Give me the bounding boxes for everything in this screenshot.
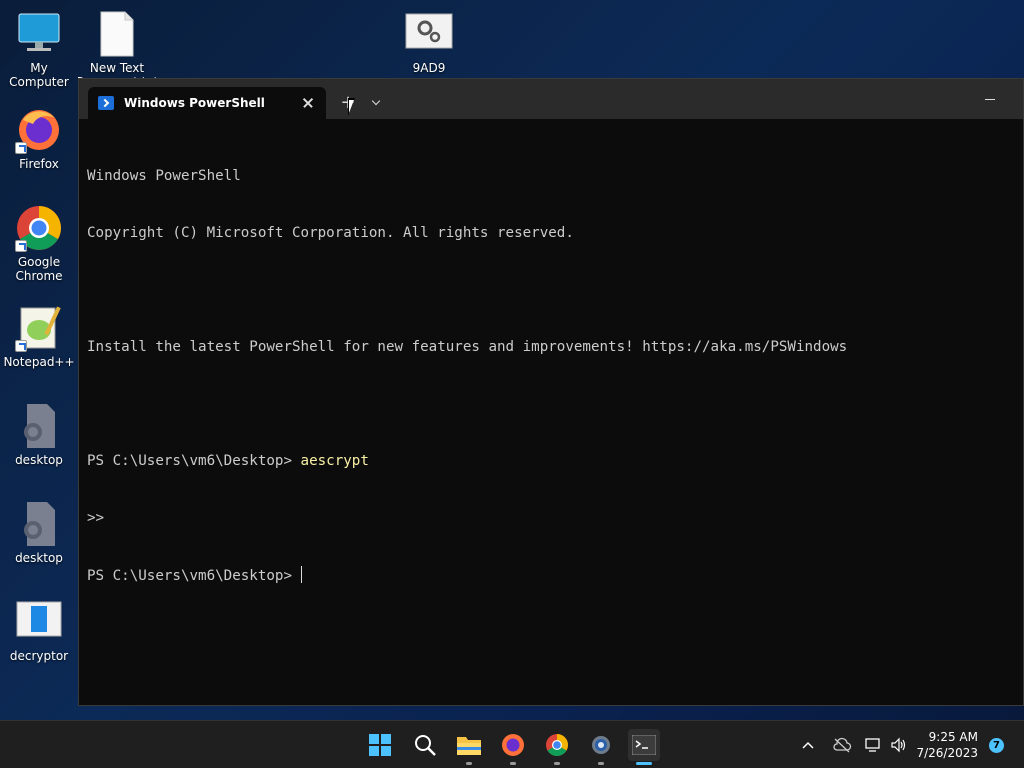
clock-time: 9:25 AM	[928, 730, 978, 744]
console-prompt-line: PS C:\Users\vm6\Desktop> aescrypt	[87, 452, 1015, 471]
tab-title: Windows PowerShell	[124, 96, 265, 110]
taskbar-firefox[interactable]	[497, 729, 529, 765]
console-output[interactable]: Windows PowerShell Copyright (C) Microso…	[79, 119, 1023, 633]
shortcut-arrow-icon	[15, 240, 27, 252]
settings-file-icon	[15, 402, 63, 450]
desktop-icon-label: 9AD9	[412, 61, 446, 75]
desktop-icon-google-chrome[interactable]: Google Chrome	[0, 204, 78, 283]
desktop-icon-label: Notepad++	[3, 355, 75, 369]
desktop-icon-label: desktop	[15, 453, 63, 467]
taskbar: 9:25 AM 7/26/2023 7	[0, 720, 1024, 768]
desktop-icon-9ad9[interactable]: 9AD9	[390, 10, 468, 75]
desktop-icon-label: desktop	[15, 551, 63, 565]
console-line: Install the latest PowerShell for new fe…	[87, 339, 848, 355]
taskbar-file-explorer[interactable]	[453, 729, 485, 765]
terminal-titlebar[interactable]: Windows PowerShell +	[79, 79, 1023, 119]
desktop-icon-firefox[interactable]: Firefox	[0, 106, 78, 171]
tab-dropdown-button[interactable]	[369, 95, 385, 111]
running-indicator	[598, 762, 604, 765]
terminal-icon	[632, 735, 656, 755]
notification-badge[interactable]: 7	[989, 738, 1004, 753]
tab-windows-powershell[interactable]: Windows PowerShell	[88, 87, 326, 119]
chrome-icon	[546, 734, 568, 756]
console-line: >>	[87, 510, 105, 526]
shortcut-arrow-icon	[15, 340, 27, 352]
taskbar-settings[interactable]	[585, 729, 617, 765]
command-text: aescrypt	[300, 453, 369, 469]
desktop-icon-decryptor[interactable]: decryptor	[0, 598, 78, 663]
desktop-icon-desktop-1[interactable]: desktop	[0, 402, 78, 467]
network-icon[interactable]	[864, 737, 882, 753]
taskbar-clock[interactable]: 9:25 AM 7/26/2023	[916, 729, 978, 761]
minimize-button[interactable]	[979, 93, 1001, 107]
prompt-text: PS C:\Users\vm6\Desktop>	[87, 453, 301, 469]
desktop-icon-new-text-document[interactable]: New Text Document.txt	[78, 10, 156, 78]
taskbar-chrome[interactable]	[541, 729, 573, 765]
search-icon	[415, 735, 436, 756]
chevron-up-icon[interactable]	[800, 737, 816, 753]
desktop-icon-label: New Text Document.txt	[78, 61, 156, 78]
desktop-icon-label: Firefox	[19, 157, 59, 171]
settings-icon	[592, 736, 610, 754]
system-tray	[800, 721, 908, 768]
running-indicator	[466, 762, 472, 765]
start-button[interactable]	[364, 729, 396, 761]
chrome-icon	[15, 204, 63, 252]
settings-file-icon	[405, 10, 453, 58]
active-indicator	[636, 762, 652, 765]
cloud-offline-icon[interactable]	[832, 737, 852, 753]
text-cursor	[300, 566, 302, 583]
app-window-icon	[15, 598, 63, 646]
close-tab-button[interactable]	[300, 95, 316, 111]
prompt-text: PS C:\Users\vm6\Desktop>	[87, 568, 301, 584]
monitor-icon	[15, 10, 63, 58]
firefox-icon	[15, 106, 63, 154]
start-icon	[369, 734, 391, 756]
desktop-icon-desktop-2[interactable]: desktop	[0, 500, 78, 565]
text-document-icon	[93, 10, 141, 58]
terminal-window[interactable]: Windows PowerShell + Windows PowerShell …	[78, 78, 1024, 706]
running-indicator	[554, 762, 560, 765]
clock-date: 7/26/2023	[916, 746, 978, 760]
desktop-icon-label: decryptor	[9, 649, 69, 663]
desktop-icon-label: Google Chrome	[15, 255, 63, 283]
shortcut-arrow-icon	[15, 142, 27, 154]
notepadpp-icon	[15, 304, 63, 352]
file-explorer-icon	[457, 737, 481, 755]
settings-file-icon	[15, 500, 63, 548]
desktop-icon-my-computer[interactable]: My Computer	[0, 10, 78, 89]
mouse-pointer-icon	[348, 98, 362, 116]
volume-icon[interactable]	[890, 737, 908, 753]
powershell-icon	[98, 96, 114, 110]
firefox-icon	[502, 734, 524, 756]
console-line: Copyright (C) Microsoft Corporation. All…	[87, 225, 574, 241]
console-prompt-line[interactable]: PS C:\Users\vm6\Desktop>	[87, 566, 1015, 585]
desktop-icon-notepadpp[interactable]: Notepad++	[0, 304, 78, 369]
taskbar-terminal[interactable]	[628, 729, 660, 765]
desktop-icon-label: My Computer	[9, 61, 69, 89]
running-indicator	[510, 762, 516, 765]
search-button[interactable]	[409, 729, 441, 761]
console-line: Windows PowerShell	[87, 168, 241, 184]
